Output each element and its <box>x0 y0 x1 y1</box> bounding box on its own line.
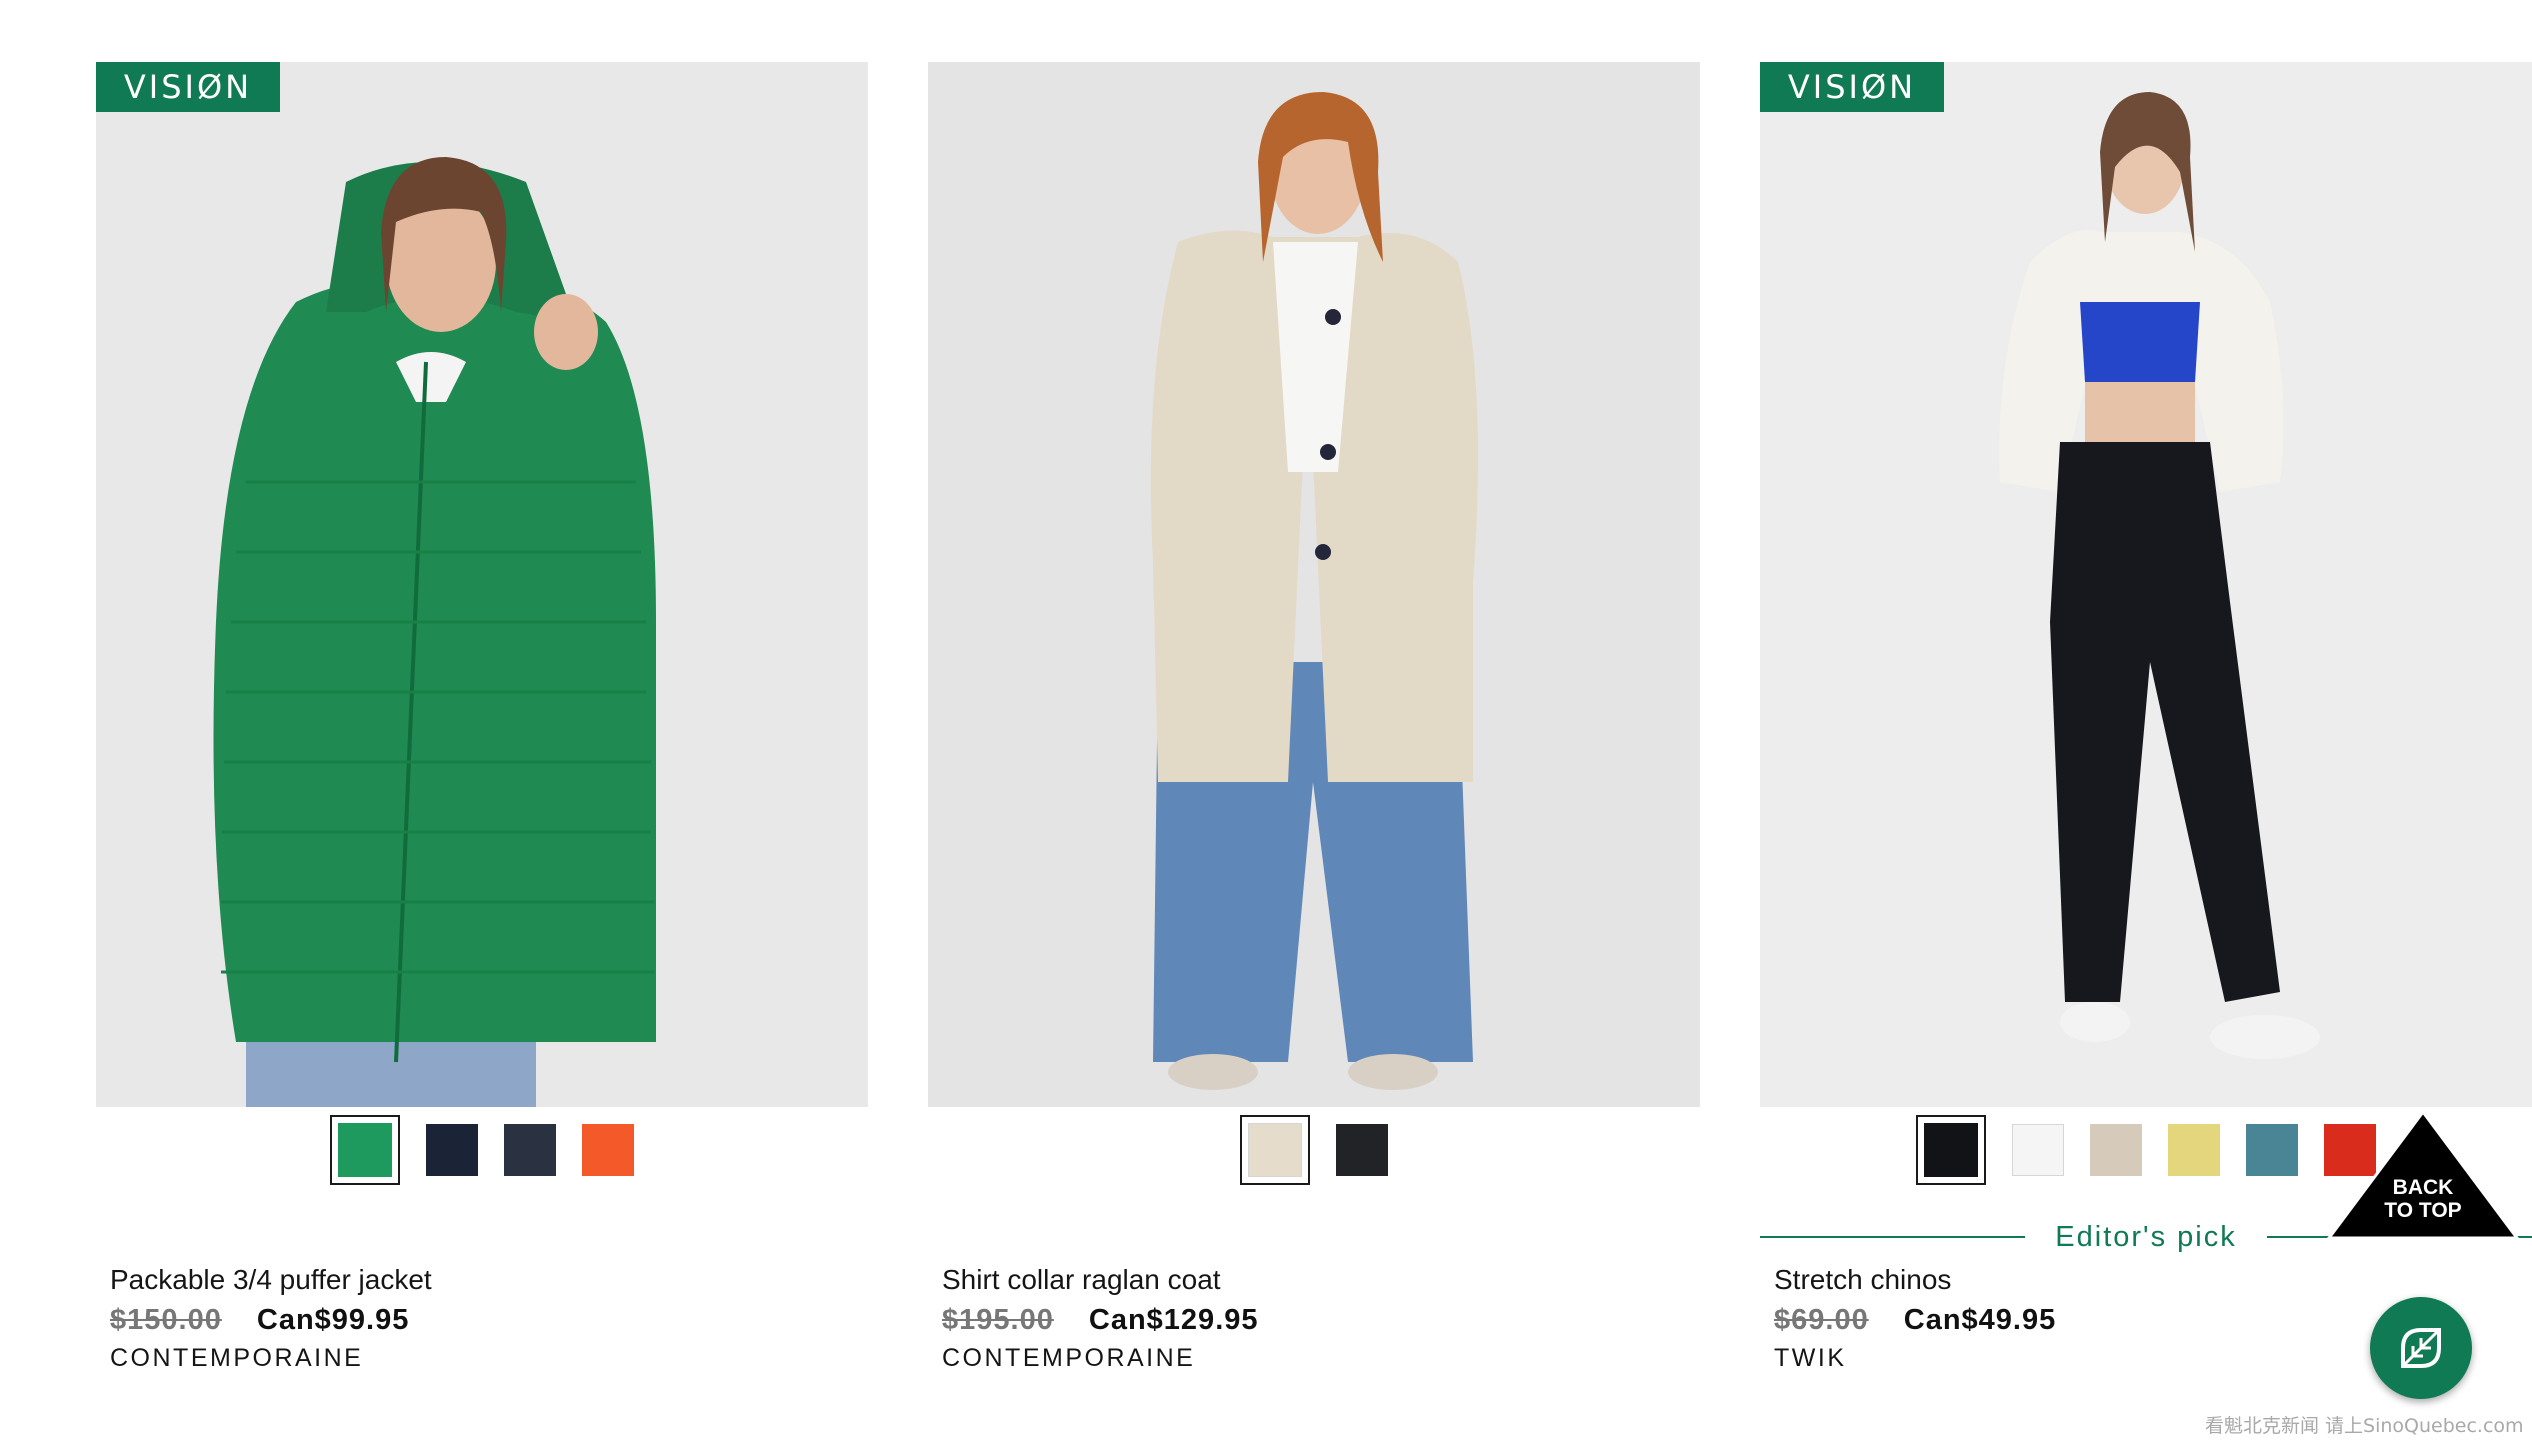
watermark: 看魁北克新闻 请上SinoQuebec.com <box>2205 1415 2524 1437</box>
editors-pick-label: Editor's pick <box>2055 1220 2237 1253</box>
color-swatch-sand[interactable] <box>2090 1124 2142 1176</box>
brand-name: TWIK <box>1774 1344 1847 1372</box>
color-swatch-orange[interactable] <box>582 1124 634 1176</box>
product-image[interactable] <box>928 62 1700 1107</box>
vision-badge: VISIØN <box>96 62 280 112</box>
sale-price: Can$49.95 <box>1903 1304 2057 1336</box>
color-swatch-green[interactable] <box>330 1115 400 1185</box>
color-swatch-white[interactable] <box>2012 1124 2064 1176</box>
back-to-top-button[interactable]: BACK TO TOP <box>2325 1108 2521 1240</box>
product-card[interactable]: Shirt collar raglan coat $195.00 Can$129… <box>928 62 1700 1402</box>
price-row: $150.00 Can$99.95 <box>110 1300 432 1340</box>
leaf-chat-icon <box>2401 1328 2441 1368</box>
product-card[interactable]: VISIØN Packable 3/4 puffer jacket $150.0… <box>96 62 868 1402</box>
color-swatch-yellow[interactable] <box>2168 1124 2220 1176</box>
product-info: Stretch chinos $69.00 Can$49.95 TWIK <box>1774 1260 2056 1376</box>
product-photo-chinos <box>1760 62 2532 1107</box>
price-row: $195.00 Can$129.95 <box>942 1300 1259 1340</box>
color-swatch-beige[interactable] <box>1240 1115 1310 1185</box>
chat-button[interactable] <box>2370 1297 2472 1399</box>
sale-price: Can$99.95 <box>256 1304 410 1336</box>
back-to-top-label: BACK TO TOP <box>2325 1176 2521 1222</box>
product-info: Packable 3/4 puffer jacket $150.00 Can$9… <box>110 1260 432 1376</box>
product-image[interactable]: VISIØN <box>1760 62 2532 1107</box>
product-info: Shirt collar raglan coat $195.00 Can$129… <box>942 1260 1259 1376</box>
color-swatch-black[interactable] <box>1916 1115 1986 1185</box>
divider-line <box>1760 1236 2026 1238</box>
color-swatch-charcoal[interactable] <box>504 1124 556 1176</box>
original-price: $195.00 <box>942 1304 1054 1336</box>
product-image[interactable]: VISIØN <box>96 62 868 1107</box>
product-photo-jacket <box>96 62 868 1107</box>
product-name-link[interactable]: Packable 3/4 puffer jacket <box>110 1260 432 1300</box>
brand-name: CONTEMPORAINE <box>942 1344 1196 1372</box>
color-swatch-teal[interactable] <box>2246 1124 2298 1176</box>
original-price: $150.00 <box>110 1304 222 1336</box>
brand-name: CONTEMPORAINE <box>110 1344 364 1372</box>
color-swatch-black[interactable] <box>1336 1124 1388 1176</box>
color-swatches <box>928 1115 1700 1185</box>
back-to-top-line2: TO TOP <box>2384 1199 2462 1222</box>
product-photo-coat <box>928 62 1700 1107</box>
price-row: $69.00 Can$49.95 <box>1774 1300 2056 1340</box>
vision-badge: VISIØN <box>1760 62 1944 112</box>
original-price: $69.00 <box>1774 1304 1869 1336</box>
product-name-link[interactable]: Stretch chinos <box>1774 1260 2056 1300</box>
color-swatch-navy[interactable] <box>426 1124 478 1176</box>
sale-price: Can$129.95 <box>1088 1304 1259 1336</box>
color-swatches <box>96 1115 868 1185</box>
back-to-top-line1: BACK <box>2392 1176 2454 1199</box>
product-name-link[interactable]: Shirt collar raglan coat <box>942 1260 1259 1300</box>
